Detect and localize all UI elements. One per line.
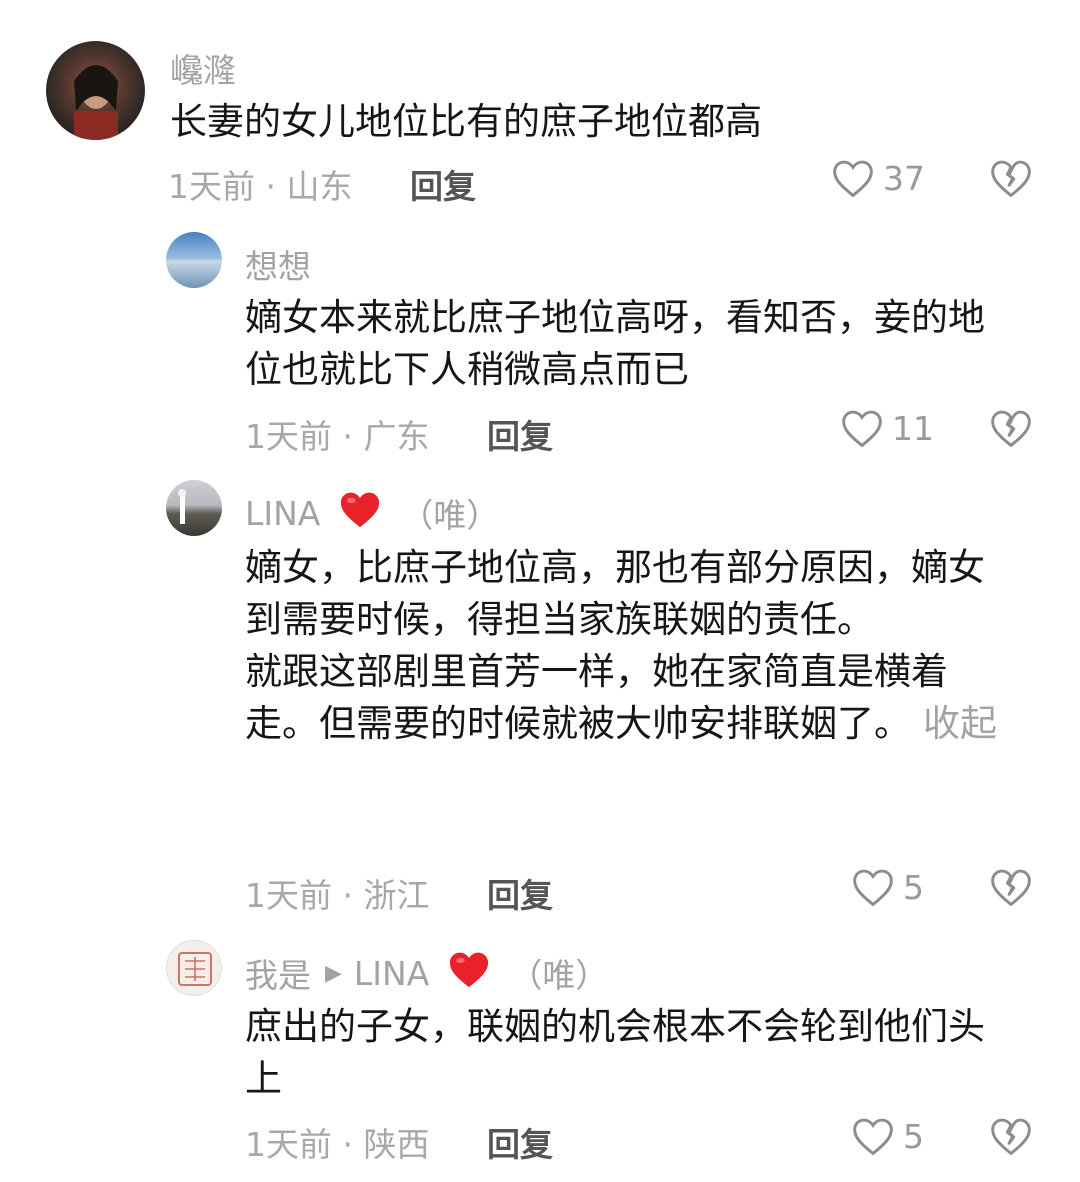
heart-outline-icon xyxy=(833,160,873,198)
username[interactable]: 我是 ▶ LINA （唯） xyxy=(245,949,608,997)
username[interactable]: 想想 xyxy=(245,240,311,288)
broken-heart-icon[interactable] xyxy=(989,1115,1033,1157)
comment-paragraph-text: 就跟这部剧里首芳一样，她在家简直是横着走。但需要的时候就被大帅安排联姻了。 xyxy=(245,650,948,745)
comment-text: 长妻的女儿地位比有的庶子地位都高 xyxy=(170,100,762,143)
like-button[interactable]: 5 xyxy=(851,866,924,908)
username[interactable]: 巉漋 xyxy=(170,44,236,92)
time-location: 1天前 · 山东 xyxy=(168,167,353,206)
avatar[interactable] xyxy=(166,480,222,536)
like-button[interactable]: 11 xyxy=(840,407,934,449)
broken-heart-icon[interactable] xyxy=(989,157,1033,199)
like-count: 11 xyxy=(892,408,934,448)
reply-button[interactable]: 回复 xyxy=(487,1118,553,1166)
comment-paragraph: 嫡女，比庶子地位高，那也有部分原因，嫡女到需要时候，得担当家族联姻的责任。 xyxy=(245,546,985,641)
broken-heart-icon[interactable] xyxy=(989,866,1033,908)
like-button[interactable]: 5 xyxy=(851,1115,924,1157)
reply-button[interactable]: 回复 xyxy=(487,869,553,917)
username[interactable]: LINA （唯） xyxy=(245,489,499,537)
heart-outline-icon xyxy=(842,410,882,448)
heart-outline-icon xyxy=(853,869,893,907)
reply-arrow-icon: ▶ xyxy=(325,960,342,986)
like-button[interactable]: 37 xyxy=(831,157,925,199)
red-heart-icon xyxy=(447,949,491,997)
avatar[interactable] xyxy=(46,41,145,140)
reply-button[interactable]: 回复 xyxy=(487,410,553,458)
time-location: 1天前 · 广东 xyxy=(245,417,430,456)
like-count: 5 xyxy=(903,1116,924,1156)
avatar[interactable] xyxy=(166,232,222,288)
comment-text: 庶出的子女，联姻的机会根本不会轮到他们头上 xyxy=(245,1005,985,1100)
reply-button[interactable]: 回复 xyxy=(410,160,476,208)
user-tag: （唯） xyxy=(400,496,500,535)
like-count: 37 xyxy=(883,158,925,198)
collapse-link[interactable]: 收起 xyxy=(923,702,997,745)
time-location: 1天前 · 陕西 xyxy=(245,1125,430,1164)
avatar[interactable] xyxy=(166,940,222,996)
time-location: 1天前 · 浙江 xyxy=(245,876,430,915)
username-text: 我是 xyxy=(245,956,311,995)
red-heart-icon xyxy=(338,489,382,537)
like-count: 5 xyxy=(903,867,924,907)
reply-to-username[interactable]: LINA xyxy=(354,954,429,993)
username-text: LINA xyxy=(245,493,321,533)
user-tag: （唯） xyxy=(509,956,609,995)
comment-text: 嫡女本来就比庶子地位高呀，看知否，妾的地位也就比下人稍微高点而已 xyxy=(245,296,985,391)
comment-paragraph: 就跟这部剧里首芳一样，她在家简直是横着走。但需要的时候就被大帅安排联姻了。 收起 xyxy=(245,646,1005,750)
heart-outline-icon xyxy=(853,1118,893,1156)
comment-text: 嫡女，比庶子地位高，那也有部分原因，嫡女到需要时候，得担当家族联姻的责任。 就跟… xyxy=(245,542,1005,750)
broken-heart-icon[interactable] xyxy=(989,407,1033,449)
